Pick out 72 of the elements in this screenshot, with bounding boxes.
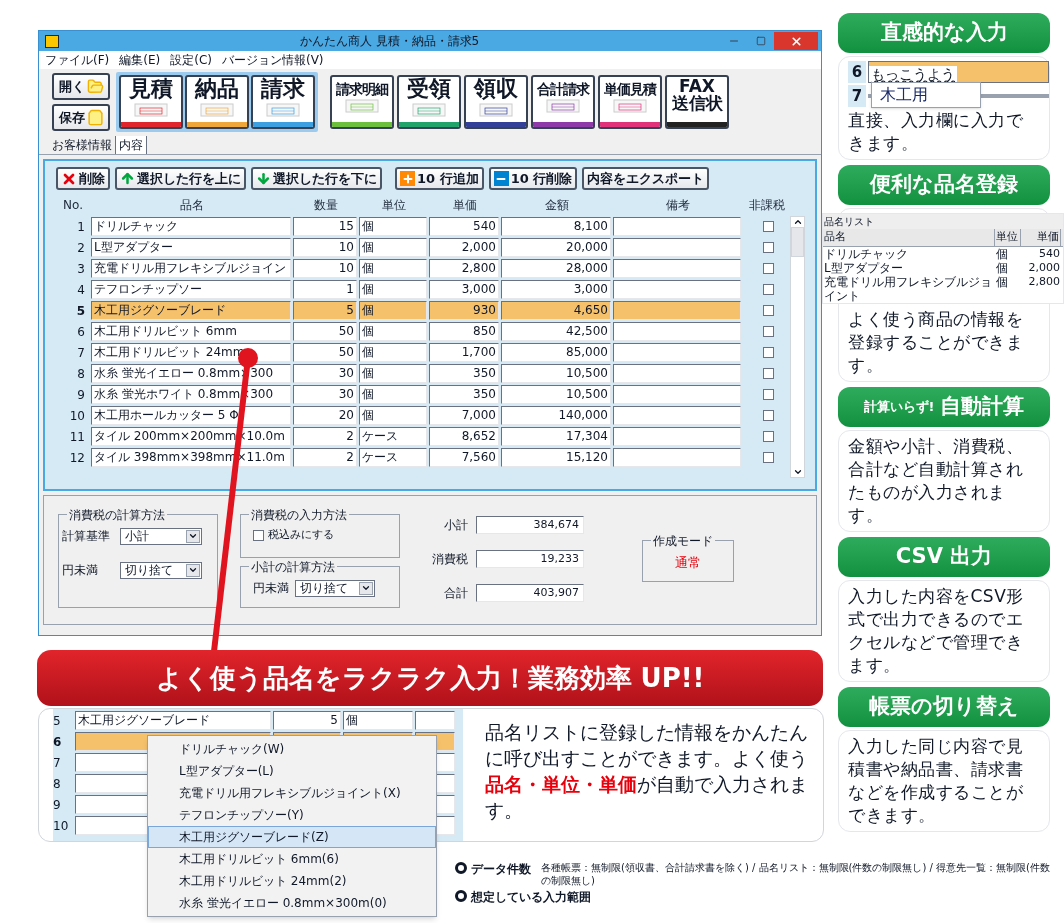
group-title: 小計の計算方法 (249, 558, 337, 576)
row-number: 10 (53, 817, 70, 835)
column-header: 品名 (823, 229, 995, 246)
column-header: 単価 (1021, 229, 1061, 246)
row-number: 6 (76, 323, 86, 341)
table-cell-text: 個 (995, 260, 1009, 275)
group-title: 消費税の計算方法 (67, 506, 167, 524)
table-cell-text: 540 (1038, 246, 1061, 261)
feature-title: 自動計算 (940, 392, 1025, 420)
row-number: 9 (76, 386, 86, 404)
total-label: 合計 (443, 585, 468, 602)
feature-title: 便利な品名登録 (870, 171, 1018, 199)
row-number: 5 (53, 712, 62, 730)
row-number: 7 (76, 344, 86, 362)
feature-description: 金額や小計、消費税、合計など自動計算されたものが入力されます。 (848, 434, 1024, 527)
column-header: 単位 (995, 229, 1021, 246)
column-header: 金額 (544, 197, 570, 214)
window-title: かんたん商人 見積・納品・請求5 (298, 33, 481, 50)
group-title: 消費税の入力方法 (249, 506, 349, 524)
column-header: No. (62, 197, 84, 214)
row-number: 7 (848, 84, 866, 108)
list-title: 品名リスト (823, 214, 1063, 229)
feature-prefix: 計算いらず! (863, 397, 935, 416)
row-number: 1 (76, 218, 86, 236)
column-header: 品名 (179, 197, 205, 214)
total-field: 384,674 (476, 516, 584, 534)
table-cell-text: ドリルチャック (823, 246, 909, 261)
row-number: 10 (68, 407, 86, 425)
column-header: 備考 (665, 197, 691, 214)
total-label: 消費税 (431, 551, 468, 568)
total-label: 小計 (443, 517, 468, 534)
table-cell-text: 個 (995, 274, 1009, 289)
column-header: 非課税 (749, 197, 785, 214)
feature-title: CSV 出力 (895, 542, 993, 570)
note-title: 想定している入力範囲 (471, 889, 591, 906)
promo-banner: よく使う品名をラクラク入力！業務効率 UP!! (37, 650, 823, 706)
feature-title: 帳票の切り替え (869, 692, 1019, 720)
mode-value: 通常 (675, 554, 701, 572)
feature-description: よく使う商品の情報を登録することができます。 (848, 307, 1024, 377)
feature-description: 直接、入力欄に入力できます。 (848, 109, 1024, 155)
row-number: 12 (68, 449, 86, 467)
column-header: 単価 (452, 197, 478, 214)
row-number: 2 (76, 239, 86, 257)
feature-description: 入力した内容をCSV形式で出力できるのでエクセルなどで管理できます。 (848, 584, 1025, 677)
total-field: 19,233 (476, 550, 584, 568)
field-label: 計算基準 (62, 528, 111, 545)
row-number: 7 (53, 754, 62, 772)
demo-description: 品名リストに登録した情報をかんたんに呼び出すことができます。よく使う品名・単位・単価が自動で入力されます。 (485, 720, 809, 823)
table-cell-text: 2,000 (1027, 260, 1061, 275)
row-number: 8 (53, 775, 62, 793)
table-cell-text: 充電ドリル用フレキシブルジョイント (823, 274, 993, 303)
row-number: 9 (53, 796, 62, 814)
row-number: 6 (53, 733, 63, 751)
row-number: 11 (68, 428, 86, 446)
column-header: 数量 (313, 197, 339, 214)
table-cell-text: L型アダプター (823, 260, 904, 275)
row-number: 6 (848, 60, 866, 84)
row-number: 3 (76, 260, 86, 278)
group-title: 作成モード (651, 532, 715, 550)
field-label: 円未満 (253, 580, 289, 597)
table-cell-text: 個 (995, 246, 1009, 261)
table-cell-text: 2,800 (1027, 274, 1061, 289)
field-label: 円未満 (62, 562, 99, 579)
note-title: データ件数 (471, 861, 531, 878)
feature-description: 入力した同じ内容で見積書や納品書、請求書などを作成することができます。 (848, 734, 1024, 827)
note-detail: 各種帳票：無制限(領収書、合計請求書を除く) / 品名リスト：無制限(件数の制限無し) / 得意先一覧：無制限(件数の制限無し) (541, 861, 1051, 887)
row-number: 5 (75, 302, 86, 320)
row-number: 4 (76, 281, 86, 299)
column-header: 単位 (381, 197, 407, 214)
feature-title: 直感的な入力 (880, 19, 1008, 47)
row-number: 8 (76, 365, 86, 383)
total-field: 403,907 (476, 584, 584, 602)
